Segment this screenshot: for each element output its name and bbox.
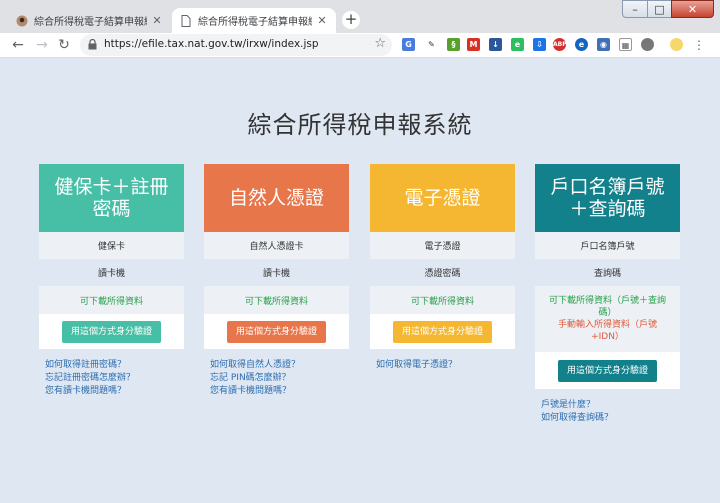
button-area: 用這個方式身分驗證 — [39, 314, 184, 349]
camera-icon[interactable]: ◉ — [597, 38, 610, 51]
menu-icon[interactable]: ⋮ — [690, 36, 708, 54]
avatar-icon[interactable] — [670, 38, 683, 51]
tab-inactive[interactable]: 綜合所得稅電子結算申報繳稅-開 ✕ — [8, 8, 171, 33]
forward-icon[interactable]: → — [33, 36, 51, 54]
help-links: 如何取得電子憑證？ — [370, 359, 515, 372]
circle-icon[interactable] — [641, 38, 654, 51]
help-link[interactable]: 如何取得自然人憑證？ — [210, 359, 349, 372]
requirement-1: 電子憑證 — [370, 232, 515, 259]
download-note: 可下載所得資料 — [370, 286, 515, 314]
card-header: 自然人憑證 — [204, 164, 349, 232]
requirement-2: 讀卡機 — [39, 259, 184, 286]
reload-icon[interactable]: ↻ — [55, 36, 73, 54]
card-title-line1: 健保卡＋註冊 — [54, 176, 169, 198]
card-e-certificate: 電子憑證 電子憑證 憑證密碼 可下載所得資料 用這個方式身分驗證 如何取得電子憑… — [370, 164, 515, 372]
download-note-line1: 可下載所得資料（戶號＋查詢 — [548, 296, 666, 306]
bookmark-star-icon[interactable]: ☆ — [374, 36, 386, 51]
translate-icon[interactable]: G — [402, 38, 415, 51]
evernote-icon[interactable]: e — [511, 38, 524, 51]
grid-icon[interactable]: ▦ — [619, 38, 632, 51]
download-note: 可下載所得資料 — [39, 286, 184, 314]
help-link[interactable]: 您有讀卡機問題嗎？ — [45, 385, 184, 398]
help-link[interactable]: 如何取得查詢碼？ — [541, 412, 680, 425]
help-link[interactable]: 戶號是什麼？ — [541, 399, 680, 412]
pen-icon[interactable]: ✎ — [425, 38, 438, 51]
card-header: 電子憑證 — [370, 164, 515, 232]
manual-note-line2: +IDN） — [591, 332, 624, 342]
help-links: 如何取得自然人憑證？ 忘記 PIN碼怎麼辦？ 您有讀卡機問題嗎？ — [204, 359, 349, 398]
help-link[interactable]: 忘記註冊密碼怎麼辦？ — [45, 372, 184, 385]
address-bar[interactable]: https://efile.tax.nat.gov.tw/irxw/index.… — [80, 34, 392, 56]
requirement-2: 查詢碼 — [535, 259, 680, 286]
close-window-button[interactable]: ✕ — [671, 0, 714, 18]
help-link[interactable]: 如何取得註冊密碼？ — [45, 359, 184, 372]
translate-e-icon[interactable]: e — [575, 38, 588, 51]
card-header: 健保卡＋註冊 密碼 — [39, 164, 184, 232]
button-area: 用這個方式身分驗證 — [204, 314, 349, 349]
browser-toolbar: ← → ↻ https://efile.tax.nat.gov.tw/irxw/… — [0, 33, 720, 58]
download-manual-notes: 可下載所得資料（戶號＋查詢 碼） 手動輸入所得資料（戶號 +IDN） — [535, 286, 680, 352]
verify-button[interactable]: 用這個方式身分驗證 — [392, 320, 492, 343]
tab-title: 綜合所得稅電子結算申報繳稅-開 — [34, 17, 147, 28]
card-title-line1: 戶口名簿戶號 — [550, 176, 665, 198]
help-link[interactable]: 如何取得電子憑證？ — [376, 359, 515, 372]
lock-icon — [88, 39, 97, 50]
verify-button[interactable]: 用這個方式身分驗證 — [557, 359, 657, 382]
title-bar: 綜合所得稅電子結算申報繳稅-開 ✕ 綜合所得稅電子結算申報繳稅系 ✕ + – □… — [0, 0, 720, 33]
card-title-line2: ＋查詢碼 — [569, 198, 646, 220]
card-citizen-certificate: 自然人憑證 自然人憑證卡 讀卡機 可下載所得資料 用這個方式身分驗證 如何取得自… — [204, 164, 349, 398]
evernote-like-icon[interactable]: § — [447, 38, 460, 51]
tab-title: 綜合所得稅電子結算申報繳稅系 — [198, 17, 312, 28]
card-household-register: 戶口名簿戶號 ＋查詢碼 戶口名簿戶號 查詢碼 可下載所得資料（戶號＋查詢 碼） 手… — [535, 164, 680, 425]
button-area: 用這個方式身分驗證 — [535, 352, 680, 389]
help-links: 戶號是什麼？ 如何取得查詢碼？ — [535, 399, 680, 425]
verify-button[interactable]: 用這個方式身分驗證 — [61, 320, 161, 343]
adblock-icon[interactable]: ABP — [553, 38, 567, 51]
help-link[interactable]: 忘記 PIN碼怎麼辦？ — [210, 372, 349, 385]
card-title-line1: 電子憑證 — [404, 187, 481, 209]
tab-close-icon[interactable]: ✕ — [316, 14, 328, 27]
tab-active[interactable]: 綜合所得稅電子結算申報繳稅系 ✕ — [172, 8, 336, 33]
url-text: https://efile.tax.nat.gov.tw/irxw/index.… — [104, 38, 319, 50]
verify-button[interactable]: 用這個方式身分驗證 — [226, 320, 326, 343]
requirement-1: 健保卡 — [39, 232, 184, 259]
requirement-1: 戶口名簿戶號 — [535, 232, 680, 259]
download-note: 可下載所得資料 — [204, 286, 349, 314]
gmail-icon[interactable]: M — [467, 38, 480, 51]
new-tab-button[interactable]: + — [342, 11, 360, 29]
card-health-insurance: 健保卡＋註冊 密碼 健保卡 讀卡機 可下載所得資料 用這個方式身分驗證 如何取得註… — [39, 164, 184, 398]
back-icon[interactable]: ← — [9, 36, 27, 54]
download-arrow-icon[interactable]: ⇩ — [533, 38, 546, 51]
help-links: 如何取得註冊密碼？ 忘記註冊密碼怎麼辦？ 您有讀卡機問題嗎？ — [39, 359, 184, 398]
tab-close-icon[interactable]: ✕ — [151, 14, 163, 27]
requirement-1: 自然人憑證卡 — [204, 232, 349, 259]
minimize-button[interactable]: – — [622, 0, 648, 18]
button-area: 用這個方式身分驗證 — [370, 314, 515, 349]
requirement-2: 憑證密碼 — [370, 259, 515, 286]
page-title: 綜合所得稅申報系統 — [247, 111, 473, 139]
download-icon[interactable]: ↓ — [489, 38, 502, 51]
download-note-line2: 碼） — [598, 308, 617, 318]
card-title-line1: 自然人憑證 — [228, 187, 324, 209]
document-icon — [180, 14, 192, 27]
browser-window: 綜合所得稅電子結算申報繳稅-開 ✕ 綜合所得稅電子結算申報繳稅系 ✕ + – □… — [0, 0, 720, 503]
card-header: 戶口名簿戶號 ＋查詢碼 — [535, 164, 680, 232]
maximize-button[interactable]: □ — [647, 0, 672, 18]
help-link[interactable]: 您有讀卡機問題嗎？ — [210, 385, 349, 398]
requirement-2: 讀卡機 — [204, 259, 349, 286]
tab-favicon-icon — [16, 15, 28, 27]
manual-note-line1: 手動輸入所得資料（戶號 — [557, 320, 657, 330]
card-title-line2: 密碼 — [92, 198, 131, 220]
